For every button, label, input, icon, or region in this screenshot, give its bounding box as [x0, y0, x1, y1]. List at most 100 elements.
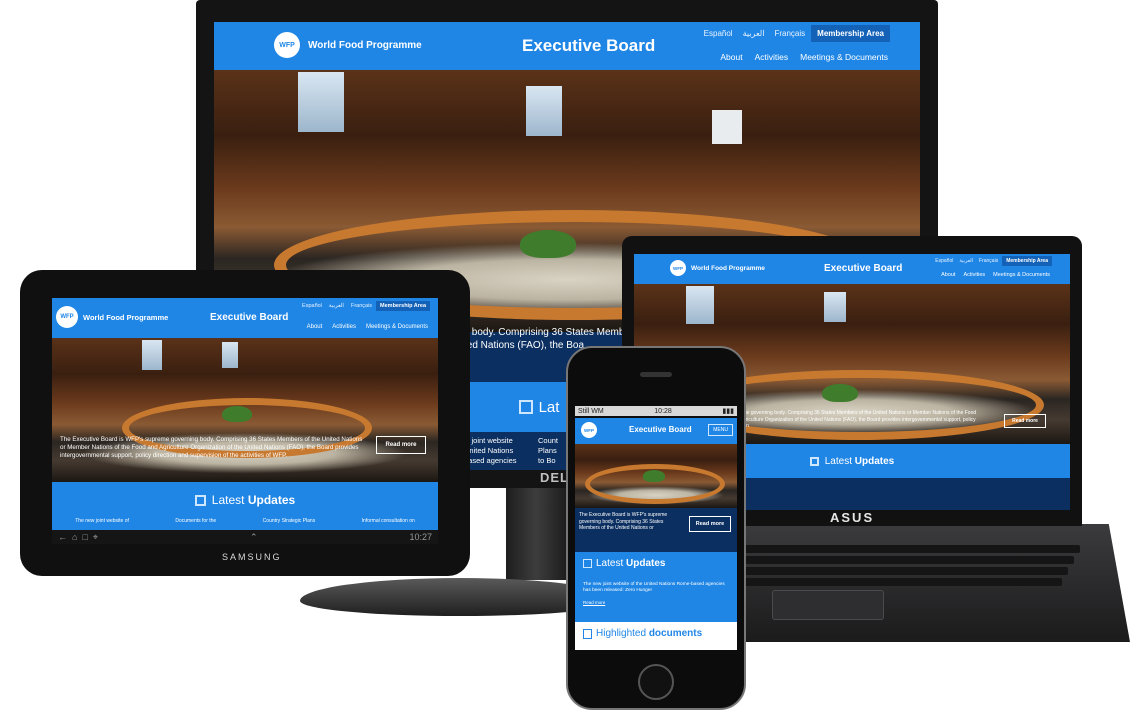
- nav-activities[interactable]: Activities: [963, 272, 985, 278]
- hero-caption: supreme governing body. Comprising 36 St…: [730, 410, 977, 429]
- membership-area-button[interactable]: Membership Area: [811, 24, 890, 42]
- menu-button[interactable]: MENU: [708, 424, 733, 436]
- wfp-logo[interactable]: WFP World Food Programme: [56, 306, 168, 328]
- update-read-more-link[interactable]: Read more: [583, 600, 605, 605]
- wfp-emblem-icon: WFP: [56, 306, 78, 328]
- logo-text: World Food Programme: [691, 264, 765, 272]
- lang-french[interactable]: Français: [351, 303, 372, 309]
- monitor-stand-neck: [506, 488, 566, 580]
- calendar-icon: [809, 456, 819, 466]
- update-col2-line1: Count: [538, 436, 559, 445]
- lang-spanish[interactable]: Español: [935, 258, 953, 264]
- language-switcher: Español العربية Français Membership Area: [935, 256, 1052, 266]
- updates-heading-light: Latest: [211, 493, 245, 507]
- laptop-touchpad: [772, 590, 884, 620]
- main-nav: About Activities Meetings & Documents: [307, 324, 428, 330]
- lang-french[interactable]: Français: [979, 258, 998, 264]
- android-system-bar: ← ⌂ □ ⌖ ⌃ 10:27: [52, 530, 438, 544]
- smartphone: WFP Executive Board MENU The Executive B…: [566, 346, 746, 710]
- hero-caption-panel: The Executive Board is WFP's supreme gov…: [575, 508, 737, 552]
- lang-spanish[interactable]: Español: [302, 303, 322, 309]
- board-title: Executive Board: [522, 36, 656, 55]
- update-col1-line1: w joint website: [464, 436, 513, 445]
- nav-activities[interactable]: Activities: [332, 324, 356, 330]
- phone-website: WFP Executive Board MENU The Executive B…: [575, 418, 737, 650]
- site-header: WFP World Food Programme Executive Board…: [634, 254, 1070, 284]
- hero-image: [575, 444, 737, 508]
- nav-about[interactable]: About: [941, 272, 955, 278]
- language-switcher: Español العربية Français Membership Area: [704, 24, 890, 42]
- update-col2-line2: Plans: [538, 445, 557, 455]
- updates-heading-bold: Updates: [854, 455, 895, 467]
- update-column-fragment-1: w joint website United Nations based age…: [464, 436, 517, 465]
- update-columns: The new joint website of Documents for t…: [52, 518, 438, 530]
- nav-activities[interactable]: Activities: [755, 52, 789, 62]
- read-more-button[interactable]: Read more: [376, 436, 426, 454]
- nav-about[interactable]: About: [720, 52, 742, 62]
- latest-updates-panel: Latest Updates The new joint website of …: [575, 552, 737, 622]
- battery-icon: ▮▮▮: [722, 408, 734, 415]
- main-nav: About Activities Meetings & Documents: [941, 272, 1050, 278]
- site-header: WFP Executive Board MENU: [575, 418, 737, 444]
- updates-heading-bold: Updates: [626, 558, 666, 569]
- document-icon: [583, 628, 592, 639]
- updates-heading-light: Latest: [824, 455, 852, 467]
- lang-french[interactable]: Français: [774, 29, 805, 38]
- latest-updates-band: Latest Updates: [52, 482, 438, 518]
- nav-meetings-documents[interactable]: Meetings & Documents: [800, 52, 888, 62]
- updates-heading-bold: Updates: [247, 493, 296, 507]
- wfp-emblem-icon: WFP: [274, 32, 300, 58]
- board-title: Executive Board: [824, 263, 903, 274]
- lang-arabic[interactable]: العربية: [959, 258, 973, 264]
- wfp-emblem-icon: WFP: [670, 260, 686, 276]
- logo-text: World Food Programme: [83, 312, 169, 322]
- tablet-website: WFP World Food Programme Executive Board…: [52, 298, 438, 530]
- phone-clock: 10:28: [654, 407, 672, 415]
- hero-image: [52, 338, 438, 482]
- asus-brand-label: ASUS: [830, 510, 875, 525]
- site-header: WFP World Food Programme Executive Board…: [52, 298, 438, 338]
- membership-area-button[interactable]: Membership Area: [376, 301, 430, 311]
- nav-meetings-documents[interactable]: Meetings & Documents: [366, 324, 428, 330]
- nav-meetings-documents[interactable]: Meetings & Documents: [993, 272, 1050, 278]
- wfp-logo[interactable]: WFP World Food Programme: [670, 260, 765, 276]
- hero-caption: The Executive Board is WFP's supreme gov…: [60, 436, 363, 460]
- site-header: WFP World Food Programme Executive Board…: [214, 22, 920, 70]
- update-item[interactable]: Country Strategic Plans: [263, 518, 316, 530]
- samsung-brand-label: SAMSUNG: [222, 552, 282, 562]
- home-button[interactable]: [638, 664, 674, 700]
- wfp-logo[interactable]: WFP World Food Programme: [274, 32, 422, 58]
- latest-updates-heading: Latest Updates: [583, 558, 665, 569]
- update-item[interactable]: The new joint website of: [75, 518, 129, 530]
- system-clock: 10:27: [409, 532, 432, 542]
- update-text: The new joint website of the United Nati…: [583, 582, 725, 594]
- highlighted-documents-heading: Highlighted documents: [583, 628, 702, 639]
- update-col2-line3: to Bo: [538, 455, 556, 465]
- update-item[interactable]: Documents for the: [175, 518, 216, 530]
- device-mockup-scene: WFP World Food Programme Executive Board…: [0, 0, 1140, 711]
- updates-heading-fragment: Lat: [538, 398, 560, 416]
- hero-caption: The Executive Board is WFP's supreme gov…: [579, 512, 668, 531]
- logo-text: World Food Programme: [308, 39, 422, 51]
- update-column-fragment-2: Count Plans to Bo: [538, 436, 558, 465]
- update-col1-line3: based agencies: [464, 455, 517, 465]
- lang-arabic[interactable]: العربية: [329, 303, 344, 309]
- update-item[interactable]: Informal consultation on: [362, 518, 415, 530]
- nav-menu-up-icon[interactable]: ⌃: [250, 532, 258, 543]
- read-more-button[interactable]: Read more: [689, 516, 731, 532]
- caption-line-1: y body. Comprising 36 States Member: [464, 327, 634, 338]
- phone-status-bar: Still WM 10:28 ▮▮▮: [575, 406, 737, 416]
- lang-arabic[interactable]: العربية: [743, 29, 765, 38]
- language-switcher: Español العربية Français Membership Area: [302, 301, 430, 311]
- wfp-emblem-icon: WFP: [581, 422, 597, 438]
- read-more-button[interactable]: Read more: [1004, 414, 1046, 428]
- main-nav: About Activities Meetings & Documents: [720, 52, 888, 62]
- nav-about[interactable]: About: [307, 324, 323, 330]
- calendar-icon: [518, 400, 533, 414]
- membership-area-button[interactable]: Membership Area: [1002, 256, 1052, 266]
- lang-spanish[interactable]: Español: [704, 29, 733, 38]
- highlighted-heading-bold: documents: [648, 628, 703, 639]
- calendar-icon: [194, 494, 206, 506]
- phone-speaker: [640, 372, 672, 377]
- nav-back-home-recent-icons[interactable]: ← ⌂ □ ⌖: [58, 532, 98, 543]
